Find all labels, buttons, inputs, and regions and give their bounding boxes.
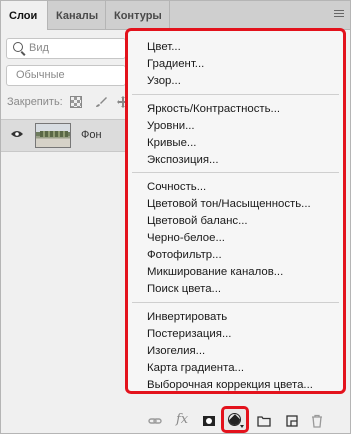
tab-layers[interactable]: Слои: [1, 1, 48, 30]
menu-item[interactable]: Микширование каналов...: [147, 264, 283, 280]
menu-item[interactable]: Цветовой тон/Насыщенность...: [147, 196, 311, 212]
layer-filter-search[interactable]: Вид: [6, 38, 126, 59]
menu-item[interactable]: Экспозиция...: [147, 152, 219, 168]
menu-separator: [132, 94, 339, 95]
menu-item[interactable]: Градиент...: [147, 56, 204, 72]
menu-item[interactable]: Постеризация...: [147, 326, 231, 342]
search-placeholder: Вид: [29, 42, 49, 54]
menu-item[interactable]: Узор...: [147, 73, 181, 89]
menu-item[interactable]: Цветовой баланс...: [147, 213, 248, 229]
layers-panel: Слои Каналы Контуры Вид Обычные Закрепит…: [0, 0, 351, 434]
visibility-eye-icon[interactable]: [11, 130, 23, 138]
menu-item[interactable]: Сочность...: [147, 179, 206, 195]
panel-menu-icon[interactable]: [334, 10, 344, 18]
chevron-down-icon: [240, 425, 244, 428]
menu-separator: [132, 172, 339, 173]
menu-item[interactable]: Уровни...: [147, 118, 195, 134]
menu-item[interactable]: Фотофильтр...: [147, 247, 222, 263]
layer-row-background[interactable]: Фон: [1, 119, 129, 152]
lock-label: Закрепить:: [7, 96, 63, 108]
new-layer-icon[interactable]: [285, 414, 299, 428]
menu-item[interactable]: Инвертировать: [147, 309, 227, 325]
menu-separator: [132, 302, 339, 303]
menu-item[interactable]: Выборочная коррекция цвета...: [147, 377, 313, 393]
layers-bottom-toolbar: fx: [1, 401, 350, 433]
folder-icon[interactable]: [257, 414, 271, 428]
menu-item[interactable]: Изогелия...: [147, 343, 205, 359]
blend-mode-select[interactable]: Обычные: [6, 65, 126, 86]
tab-paths[interactable]: Контуры: [106, 1, 170, 29]
menu-item[interactable]: Яркость/Контрастность...: [147, 101, 280, 117]
lock-pixels-icon[interactable]: [95, 96, 107, 108]
layer-thumbnail: [35, 123, 71, 148]
menu-item[interactable]: Кривые...: [147, 135, 196, 151]
adjustment-menu: Цвет... Градиент... Узор... Яркость/Контрас…: [125, 28, 346, 394]
layer-name: Фон: [81, 129, 102, 141]
menu-item[interactable]: Цвет...: [147, 39, 181, 55]
menu-item[interactable]: Карта градиента...: [147, 360, 244, 376]
link-icon[interactable]: [148, 414, 162, 428]
mask-icon[interactable]: [202, 414, 216, 428]
adjustment-layer-button[interactable]: [221, 406, 249, 433]
fx-icon[interactable]: fx: [176, 412, 190, 427]
trash-icon[interactable]: [310, 414, 324, 428]
lock-transparency-icon[interactable]: [70, 96, 82, 108]
menu-item[interactable]: Поиск цвета...: [147, 281, 221, 297]
menu-item[interactable]: Черно-белое...: [147, 230, 225, 246]
search-icon: [13, 42, 23, 52]
tab-channels[interactable]: Каналы: [48, 1, 106, 29]
panel-tab-bar: Слои Каналы Контуры: [1, 1, 350, 30]
